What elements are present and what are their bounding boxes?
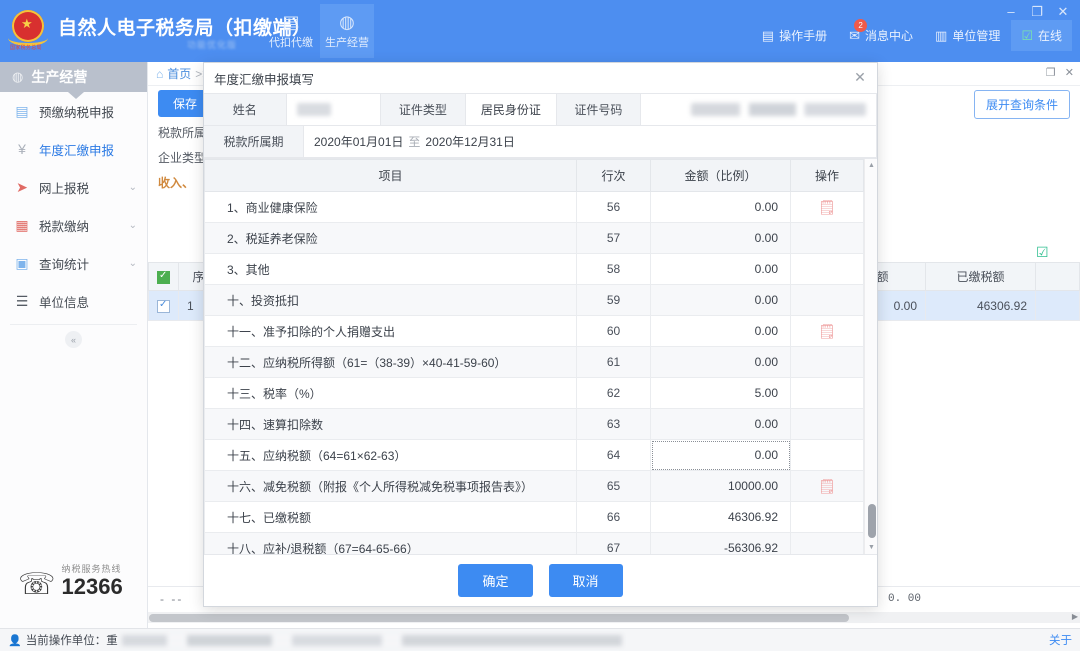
- item-line-no: 67: [576, 532, 651, 554]
- item-name: 1、商业健康保险: [204, 191, 577, 223]
- declaration-items-table: 项目 行次 金额（比例） 操作 1、商业健康保险 56 0.00 🗒 2、税延养…: [204, 159, 864, 554]
- item-amount[interactable]: 0.00: [650, 408, 791, 440]
- item-name: 十、投资抵扣: [204, 284, 577, 316]
- period-end: 2020年12月31日: [425, 135, 515, 149]
- item-operation: [790, 532, 864, 554]
- item-amount[interactable]: -56306.92: [650, 532, 791, 554]
- item-name: 十六、减免税额（附报《个人所得税减免税事项报告表》）: [204, 470, 577, 502]
- id-number-label: 证件号码: [556, 94, 641, 126]
- id-number-value: [641, 94, 877, 126]
- cancel-button[interactable]: 取消: [548, 564, 623, 597]
- form-row-identity: 姓名 证件类型 居民身份证 证件号码: [204, 94, 877, 126]
- item-name: 十三、税率（%）: [204, 377, 577, 409]
- id-type-value: 居民身份证: [465, 94, 557, 126]
- column-header-item: 项目: [204, 159, 577, 192]
- declaration-items-body: 1、商业健康保险 56 0.00 🗒 2、税延养老保险 57 0.00 3、其他…: [204, 191, 864, 554]
- item-amount[interactable]: 0.00: [650, 315, 791, 347]
- table-header-row: 项目 行次 金额（比例） 操作: [204, 159, 864, 192]
- tax-period-value: 2020年01月01日 至 2020年12月31日: [304, 126, 877, 158]
- table-row[interactable]: 十、投资抵扣 59 0.00: [204, 284, 864, 316]
- item-line-no: 59: [576, 284, 651, 316]
- item-operation[interactable]: 🗒: [790, 191, 864, 223]
- dialog-vertical-scrollbar[interactable]: ▲ ▼: [864, 159, 877, 554]
- item-amount[interactable]: 46306.92: [650, 501, 791, 533]
- item-operation: [790, 222, 864, 254]
- table-row[interactable]: 十三、税率（%） 62 5.00: [204, 377, 864, 409]
- table-row[interactable]: 1、商业健康保险 56 0.00 🗒: [204, 191, 864, 223]
- item-line-no: 64: [576, 439, 651, 471]
- close-icon[interactable]: ✕: [851, 68, 869, 86]
- dialog-form: 姓名 证件类型 居民身份证 证件号码 税款所属期 2020年01月01日 至 2…: [204, 93, 877, 158]
- item-operation: [790, 501, 864, 533]
- item-amount[interactable]: 5.00: [650, 377, 791, 409]
- item-name: 十四、速算扣除数: [204, 408, 577, 440]
- item-line-no: 66: [576, 501, 651, 533]
- tax-period-label: 税款所属期: [204, 126, 304, 158]
- period-start: 2020年01月01日: [314, 135, 404, 149]
- table-row[interactable]: 十五、应纳税额（64=61×62-63） 64 0.00: [204, 439, 864, 471]
- table-row[interactable]: 十四、速算扣除数 63 0.00: [204, 408, 864, 440]
- column-header-line: 行次: [576, 159, 651, 192]
- item-amount[interactable]: 0.00: [650, 346, 791, 378]
- column-header-amount: 金额（比例）: [650, 159, 791, 192]
- confirm-button[interactable]: 确定: [458, 564, 533, 597]
- item-operation: [790, 377, 864, 409]
- id-type-label: 证件类型: [380, 94, 466, 126]
- item-operation[interactable]: 🗒: [790, 470, 864, 502]
- edit-document-icon[interactable]: 🗒: [818, 323, 836, 339]
- item-amount[interactable]: 10000.00: [650, 470, 791, 502]
- table-row[interactable]: 十七、已缴税额 66 46306.92: [204, 501, 864, 533]
- item-line-no: 63: [576, 408, 651, 440]
- item-operation: [790, 408, 864, 440]
- dialog-title: 年度汇缴申报填写: [214, 72, 315, 87]
- caret-up-icon[interactable]: ▲: [867, 160, 876, 171]
- item-line-no: 60: [576, 315, 651, 347]
- table-row[interactable]: 3、其他 58 0.00: [204, 253, 864, 285]
- form-row-period: 税款所属期 2020年01月01日 至 2020年12月31日: [204, 126, 877, 158]
- edit-document-icon[interactable]: 🗒: [818, 199, 836, 215]
- id-number-blurred-value: [691, 103, 866, 116]
- edit-document-icon[interactable]: 🗒: [818, 478, 836, 494]
- period-separator: 至: [408, 135, 421, 149]
- dialog-table-wrapper: 项目 行次 金额（比例） 操作 1、商业健康保险 56 0.00 🗒 2、税延养…: [204, 158, 877, 554]
- item-name: 十一、准予扣除的个人捐赠支出: [204, 315, 577, 347]
- item-amount[interactable]: 0.00: [650, 222, 791, 254]
- dialog-header: 年度汇缴申报填写 ✕: [204, 63, 877, 93]
- name-label: 姓名: [204, 94, 287, 126]
- item-line-no: 61: [576, 346, 651, 378]
- item-operation: [790, 284, 864, 316]
- item-amount[interactable]: 0.00: [650, 191, 791, 223]
- item-amount[interactable]: 0.00: [650, 284, 791, 316]
- item-line-no: 58: [576, 253, 651, 285]
- table-row[interactable]: 十一、准予扣除的个人捐赠支出 60 0.00 🗒: [204, 315, 864, 347]
- item-operation: [790, 253, 864, 285]
- item-operation[interactable]: 🗒: [790, 315, 864, 347]
- item-line-no: 65: [576, 470, 651, 502]
- item-amount[interactable]: 0.00: [650, 253, 791, 285]
- vertical-scrollbar-thumb[interactable]: [868, 504, 876, 538]
- table-row[interactable]: 十八、应补/退税额（67=64-65-66） 67 -56306.92: [204, 532, 864, 554]
- caret-down-icon[interactable]: ▼: [867, 542, 876, 553]
- column-header-operation: 操作: [790, 159, 864, 192]
- item-name: 十七、已缴税额: [204, 501, 577, 533]
- name-blurred-value: [296, 103, 331, 116]
- application-window: – ❐ ✕ ★ 国家税务总局 自然人电子税务局（扣缴端） 功能优化版 ▤ 代扣代…: [0, 0, 1080, 651]
- item-line-no: 56: [576, 191, 651, 223]
- item-name: 十八、应补/退税额（67=64-65-66）: [204, 532, 577, 554]
- item-amount[interactable]: 0.00: [650, 439, 791, 471]
- table-row[interactable]: 十六、减免税额（附报《个人所得税减免税事项报告表》） 65 10000.00 🗒: [204, 470, 864, 502]
- table-row[interactable]: 2、税延养老保险 57 0.00: [204, 222, 864, 254]
- item-operation: [790, 346, 864, 378]
- item-operation: [790, 439, 864, 471]
- item-name: 2、税延养老保险: [204, 222, 577, 254]
- item-name: 3、其他: [204, 253, 577, 285]
- item-name: 十二、应纳税所得额（61=（38-39）×40-41-59-60）: [204, 346, 577, 378]
- table-row[interactable]: 十二、应纳税所得额（61=（38-39）×40-41-59-60） 61 0.0…: [204, 346, 864, 378]
- name-value: [286, 94, 381, 126]
- annual-declaration-dialog: 年度汇缴申报填写 ✕ 姓名 证件类型 居民身份证 证件号码 税款所属期 2020…: [203, 62, 878, 607]
- dialog-footer: 确定 取消: [204, 554, 877, 606]
- item-name: 十五、应纳税额（64=61×62-63）: [204, 439, 577, 471]
- item-line-no: 57: [576, 222, 651, 254]
- item-line-no: 62: [576, 377, 651, 409]
